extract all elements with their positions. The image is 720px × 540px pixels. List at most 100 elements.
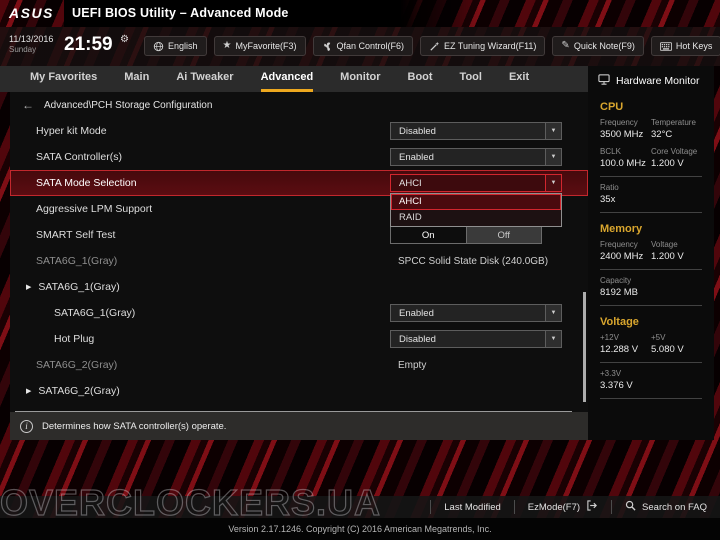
expand-arrow-icon: ▶ <box>26 284 31 291</box>
chevron-down-icon: ▼ <box>545 331 561 347</box>
setting-label: SATA6G_2(Gray) <box>36 359 117 371</box>
hw-metric: Temperature 32°C <box>651 118 702 140</box>
title-bar: ASUS UEFI BIOS Utility – Advanced Mode <box>0 0 720 27</box>
sidebar-section-cpu: CPU <box>588 94 714 115</box>
help-text: Determines how SATA controller(s) operat… <box>42 421 226 432</box>
tab-exit[interactable]: Exit <box>509 66 529 92</box>
scrollbar-thumb[interactable] <box>583 292 586 402</box>
setting-label: SATA Mode Selection <box>36 177 137 189</box>
divider <box>600 176 702 177</box>
back-arrow-icon[interactable]: ← <box>22 98 34 112</box>
language-button[interactable]: English <box>144 36 207 56</box>
hw-group: +12V 12.288 V +5V 5.080 V <box>588 330 714 359</box>
hw-metric: Voltage 1.200 V <box>651 240 702 262</box>
setting-label: SATA6G_2(Gray) <box>38 385 119 397</box>
time-text: 21:59 <box>64 34 113 56</box>
toggle-off-option[interactable]: Off <box>466 227 542 243</box>
dropdown-option-ahci[interactable]: AHCI <box>391 194 561 210</box>
divider <box>600 305 702 306</box>
breadcrumb: ← Advanced\PCH Storage Configuration <box>10 92 588 118</box>
tab-ai-tweaker[interactable]: Ai Tweaker <box>176 66 233 92</box>
hw-group: Capacity 8192 MB <box>588 273 714 302</box>
date-text: 11/13/2016 <box>9 34 53 45</box>
tab-my-favorites[interactable]: My Favorites <box>30 66 97 92</box>
last-modified-button[interactable]: Last Modified <box>430 500 514 514</box>
main-menu-bar: My Favorites Main Ai Tweaker Advanced Mo… <box>0 66 588 92</box>
toggle-on-option[interactable]: On <box>391 227 466 243</box>
chevron-down-icon: ▼ <box>545 175 561 191</box>
sata6g-2-device-value: Empty <box>398 360 426 371</box>
hot-keys-button[interactable]: Hot Keys <box>651 36 720 56</box>
setting-row-sata-controllers[interactable]: SATA Controller(s) Enabled ▼ <box>10 144 588 170</box>
bottom-action-bar: Last Modified EzMode(F7) Search on FAQ <box>0 496 720 518</box>
my-favorite-button[interactable]: ★ MyFavorite(F3) <box>214 36 306 56</box>
version-bar: Version 2.17.1246. Copyright (C) 2016 Am… <box>0 518 720 540</box>
hw-metric: +12V 12.288 V <box>600 333 651 355</box>
tab-boot[interactable]: Boot <box>408 66 433 92</box>
qfan-control-label: Qfan Control(F6) <box>337 41 405 51</box>
setting-label: SATA6G_1(Gray) <box>38 281 119 293</box>
monitor-icon <box>598 74 610 88</box>
ez-tuning-wizard-button[interactable]: EZ Tuning Wizard(F11) <box>420 36 545 56</box>
settings-panel: ← Advanced\PCH Storage Configuration Hyp… <box>10 92 588 412</box>
hw-metric: Frequency 2400 MHz <box>600 240 651 262</box>
app-title: UEFI BIOS Utility – Advanced Mode <box>72 6 289 20</box>
ez-tuning-wizard-label: EZ Tuning Wizard(F11) <box>444 41 536 51</box>
chevron-down-icon: ▼ <box>545 149 561 165</box>
top-toolbar-bar: 11/13/2016 Sunday 21:59 ⚙ English ★ MyFa… <box>0 27 720 66</box>
tab-monitor[interactable]: Monitor <box>340 66 380 92</box>
search-on-faq-button[interactable]: Search on FAQ <box>611 500 720 514</box>
sata-controllers-dropdown[interactable]: Enabled ▼ <box>390 148 562 166</box>
star-icon: ★ <box>223 41 232 51</box>
keyboard-icon <box>660 42 672 51</box>
chevron-down-icon: ▼ <box>545 123 561 139</box>
setting-row-sata6g-2-expand[interactable]: ▶ SATA6G_2(Gray) <box>10 378 588 404</box>
setting-row-sata6g-1-info[interactable]: SATA6G_1(Gray) SPCC Solid State Disk (24… <box>10 248 588 274</box>
search-icon <box>625 500 636 514</box>
setting-row-hyper-kit-mode[interactable]: Hyper kit Mode Disabled ▼ <box>10 118 588 144</box>
chevron-down-icon: ▼ <box>545 305 561 321</box>
setting-label: SATA6G_1(Gray) <box>36 255 117 267</box>
setting-row-sata6g-1-expand[interactable]: ▶ SATA6G_1(Gray) <box>10 274 588 300</box>
hw-metric: Ratio 35x <box>600 183 651 205</box>
setting-row-sata6g-2-info[interactable]: SATA6G_2(Gray) Empty <box>10 352 588 378</box>
hardware-monitor-title: Hardware Monitor <box>616 75 699 87</box>
time-settings-gear-icon[interactable]: ⚙ <box>120 34 129 45</box>
dropdown-value: Enabled <box>399 152 434 163</box>
hyper-kit-mode-dropdown[interactable]: Disabled ▼ <box>390 122 562 140</box>
sata6g-1-dropdown[interactable]: Enabled ▼ <box>390 304 562 322</box>
globe-icon <box>153 41 164 52</box>
divider <box>600 398 702 399</box>
setting-label: SATA6G_1(Gray) <box>54 307 135 319</box>
quick-note-label: Quick Note(F9) <box>574 41 635 51</box>
setting-row-hot-plug[interactable]: Hot Plug Disabled ▼ <box>10 326 588 352</box>
hot-keys-label: Hot Keys <box>676 41 713 51</box>
quick-note-button[interactable]: ✎ Quick Note(F9) <box>552 36 643 56</box>
qfan-control-button[interactable]: Qfan Control(F6) <box>313 36 414 56</box>
divider <box>600 212 702 213</box>
ezmode-label: EzMode(F7) <box>528 502 580 513</box>
tab-main[interactable]: Main <box>124 66 149 92</box>
hot-plug-dropdown[interactable]: Disabled ▼ <box>390 330 562 348</box>
tab-advanced[interactable]: Advanced <box>261 66 314 92</box>
toolbar: English ★ MyFavorite(F3) Qfan Control(F6… <box>144 36 720 56</box>
tab-tool[interactable]: Tool <box>460 66 482 92</box>
setting-label: Hot Plug <box>54 333 94 345</box>
sata6g-1-device-value: SPCC Solid State Disk (240.0GB) <box>398 256 548 267</box>
setting-label: Hyper kit Mode <box>36 125 107 137</box>
hw-metric: Frequency 3500 MHz <box>600 118 651 140</box>
smart-self-test-toggle[interactable]: On Off <box>390 226 542 244</box>
hw-group: Frequency 2400 MHz Voltage 1.200 V <box>588 237 714 266</box>
hw-group: BCLK 100.0 MHz Core Voltage 1.200 V <box>588 144 714 173</box>
setting-row-sata6g-1-enable[interactable]: SATA6G_1(Gray) Enabled ▼ <box>10 300 588 326</box>
hw-group: +3.3V 3.376 V <box>588 366 714 395</box>
language-label: English <box>168 41 198 51</box>
ezmode-button[interactable]: EzMode(F7) <box>514 500 611 514</box>
sata-mode-dropdown-panel: AHCI RAID <box>390 193 562 227</box>
hw-group: Frequency 3500 MHz Temperature 32°C <box>588 115 714 144</box>
hardware-monitor-panel: Hardware Monitor CPU Frequency 3500 MHz … <box>588 66 714 440</box>
sata-mode-selection-dropdown[interactable]: AHCI ▼ <box>390 174 562 192</box>
divider <box>600 269 702 270</box>
dropdown-option-raid[interactable]: RAID <box>391 210 561 226</box>
expand-arrow-icon: ▶ <box>26 388 31 395</box>
